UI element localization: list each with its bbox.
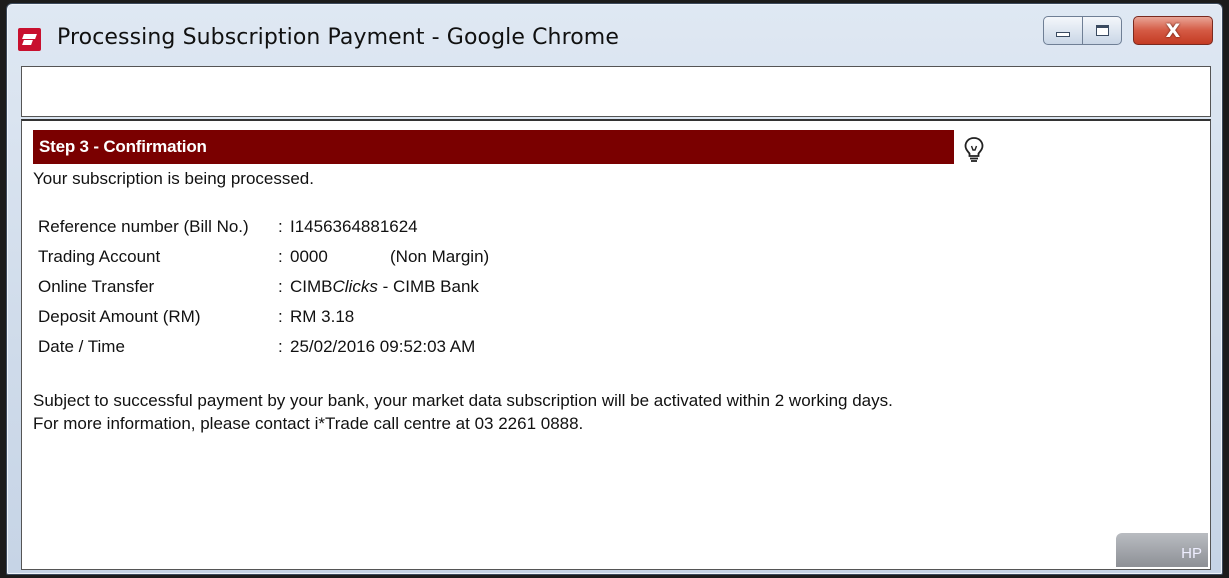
activation-note: Subject to successful payment by your ba… xyxy=(33,391,893,410)
maximize-button[interactable] xyxy=(1082,16,1122,45)
address-bar[interactable] xyxy=(21,66,1211,117)
deposit-amount-value: RM 3.18 xyxy=(290,307,355,326)
reference-label: Reference number (Bill No.) xyxy=(38,217,249,236)
title-bar[interactable]: Processing Subscription Payment - Google… xyxy=(7,4,1222,66)
status-message: Your subscription is being processed. xyxy=(33,169,314,188)
reference-value: I1456364881624 xyxy=(290,217,418,236)
lightbulb-icon[interactable] xyxy=(962,135,986,165)
account-type: (Non Margin) xyxy=(390,247,490,266)
deposit-amount-label: Deposit Amount (RM) xyxy=(38,307,201,326)
step-header: Step 3 - Confirmation xyxy=(33,130,954,164)
maximize-icon xyxy=(1095,25,1109,36)
online-transfer-label: Online Transfer xyxy=(38,277,155,296)
info-notes: Subject to successful payment by your ba… xyxy=(33,389,893,435)
date-time-value: 25/02/2016 09:52:03 AM xyxy=(290,337,476,356)
trading-account-label: Trading Account xyxy=(38,247,161,266)
minimize-button[interactable] xyxy=(1043,16,1083,45)
page-content: Step 3 - Confirmation Your subscription … xyxy=(21,119,1211,570)
online-transfer-value: CIMBClicks - CIMB Bank xyxy=(290,277,479,296)
chrome-app-icon[interactable] xyxy=(18,28,41,51)
close-button[interactable]: X xyxy=(1133,16,1213,45)
date-time-label: Date / Time xyxy=(38,337,125,356)
trading-account-value: 0000 xyxy=(290,247,328,266)
window-title: Processing Subscription Payment - Google… xyxy=(57,25,619,50)
minimize-icon xyxy=(1056,32,1070,37)
close-icon: X xyxy=(1165,19,1181,42)
browser-window: Processing Subscription Payment - Google… xyxy=(6,3,1223,575)
hp-badge: HP xyxy=(1116,533,1208,567)
contact-note: For more information, please contact i*T… xyxy=(33,414,584,433)
